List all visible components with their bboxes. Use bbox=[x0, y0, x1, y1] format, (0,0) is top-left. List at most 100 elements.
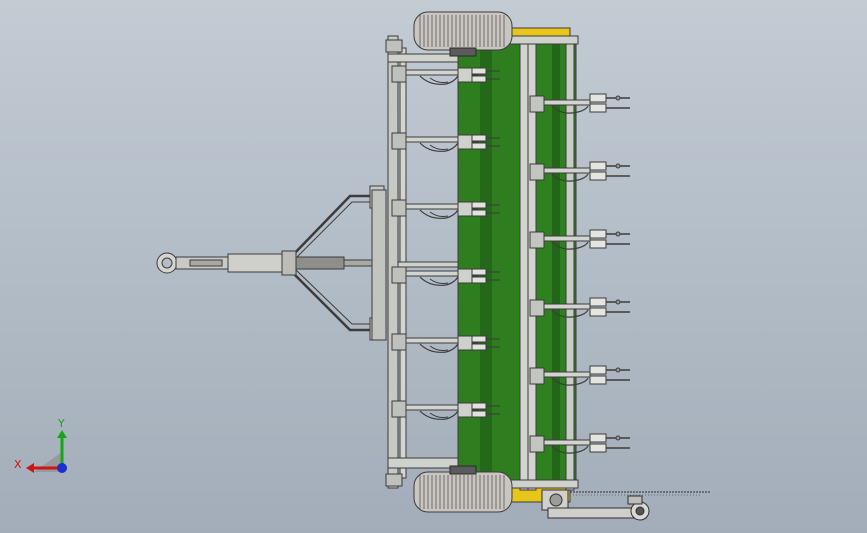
rear-tine-bolt-lower bbox=[589, 103, 607, 113]
drawbar-stub bbox=[343, 259, 375, 267]
tine-spring-inner bbox=[429, 77, 449, 83]
tine-clamp bbox=[391, 266, 407, 284]
tine-bolt-upper bbox=[471, 402, 487, 410]
frame-bottom-plate bbox=[385, 473, 403, 487]
rear-tine-clamp bbox=[529, 163, 545, 181]
tine-spring-inner bbox=[429, 345, 449, 351]
rear-tine-pin bbox=[615, 367, 621, 373]
coordinate-triad: X Y bbox=[14, 417, 67, 473]
tine-spring bbox=[419, 410, 459, 420]
frame-top-plate bbox=[385, 39, 403, 53]
rear-tine-clamp bbox=[529, 299, 545, 317]
drive-transmission bbox=[541, 489, 710, 521]
rear-tine-bolt-lower bbox=[589, 443, 607, 453]
tine-bolt-upper bbox=[471, 268, 487, 276]
triad-y-label: Y bbox=[57, 417, 65, 430]
rear-tine-pin bbox=[615, 435, 621, 441]
tine-clamp bbox=[391, 333, 407, 351]
tine-spring bbox=[419, 343, 459, 353]
tine-bolt-lower bbox=[471, 343, 487, 351]
tine-spring-inner bbox=[429, 278, 449, 284]
rear-tine-bolt-upper bbox=[589, 365, 607, 375]
rear-tine-bolt-upper bbox=[589, 433, 607, 443]
tine-bracket bbox=[457, 67, 473, 83]
bottom-wheel-tire bbox=[413, 471, 513, 513]
drawbar-clevis bbox=[281, 250, 297, 276]
rear-tine-bolt-lower bbox=[589, 307, 607, 317]
tine-bolt-upper bbox=[471, 201, 487, 209]
rear-tine-arm bbox=[543, 303, 591, 310]
tine-bolt-upper bbox=[471, 335, 487, 343]
a-frame-lower-brace bbox=[289, 269, 382, 332]
tine-bracket bbox=[457, 134, 473, 150]
tine-bracket bbox=[457, 201, 473, 217]
tine-bolt-upper bbox=[471, 134, 487, 142]
tine-bolt-lower bbox=[471, 209, 487, 217]
bottom-wheel-hub bbox=[449, 465, 477, 475]
rear-tine-bolt-upper bbox=[589, 229, 607, 239]
rear-tine-pin bbox=[615, 231, 621, 237]
rear-tine-clamp bbox=[529, 435, 545, 453]
a-frame-lower-brace-inner bbox=[295, 269, 382, 325]
rear-tine-bolt-lower bbox=[589, 171, 607, 181]
tine-spring-inner bbox=[429, 412, 449, 418]
tine-clamp bbox=[391, 132, 407, 150]
tine-clamp bbox=[391, 65, 407, 83]
rear-tine-arm bbox=[543, 167, 591, 174]
triad-x-label: X bbox=[14, 458, 22, 471]
rear-tine-arm bbox=[543, 235, 591, 242]
rear-tine-bolt-lower bbox=[589, 375, 607, 385]
rear-tine-arm bbox=[543, 371, 591, 378]
drawbar-main-tube bbox=[227, 253, 291, 273]
rear-tine-arm bbox=[543, 99, 591, 106]
drawbar-rod bbox=[189, 259, 223, 267]
tine-bracket bbox=[457, 335, 473, 351]
top-wheel bbox=[413, 11, 513, 57]
drawbar-rear-tube bbox=[295, 256, 345, 270]
tine-spring-inner bbox=[429, 144, 449, 150]
tine-clamp bbox=[391, 400, 407, 418]
frame-front-beam bbox=[371, 189, 387, 341]
top-wheel-hub bbox=[449, 47, 477, 57]
rear-tine-clamp bbox=[529, 367, 545, 385]
frame-side-rail bbox=[387, 35, 399, 489]
triad-y-arrow-icon bbox=[57, 430, 67, 438]
cad-viewport[interactable]: X Y bbox=[0, 0, 867, 533]
rear-tine-bolt-upper bbox=[589, 93, 607, 103]
tine-bolt-upper bbox=[471, 67, 487, 75]
tine-clamp bbox=[391, 199, 407, 217]
drive-arm-pivot-core bbox=[635, 506, 645, 516]
tine-spring-inner bbox=[429, 211, 449, 217]
rear-tine-clamp bbox=[529, 231, 545, 249]
rear-tine-pin bbox=[615, 95, 621, 101]
rear-tine-bolt-upper bbox=[589, 297, 607, 307]
tine-spring bbox=[419, 142, 459, 152]
hopper-assembly bbox=[455, 27, 579, 503]
tine-spring bbox=[419, 209, 459, 219]
drive-arm-bracket bbox=[627, 495, 643, 505]
rear-hopper-shade bbox=[552, 42, 560, 482]
top-wheel-tire bbox=[413, 11, 513, 51]
triad-z-axis-icon bbox=[57, 463, 67, 473]
a-frame-upper-brace bbox=[289, 194, 382, 259]
rear-tine-pin bbox=[615, 163, 621, 169]
tine-bolt-lower bbox=[471, 276, 487, 284]
tine-spring bbox=[419, 75, 459, 85]
hitch-eye-inner bbox=[161, 257, 173, 269]
rear-tine-bolt-lower bbox=[589, 239, 607, 249]
tine-bolt-lower bbox=[471, 75, 487, 83]
drive-sprocket bbox=[549, 493, 563, 507]
triad-x-arrow-icon bbox=[26, 463, 34, 473]
bottom-wheel bbox=[413, 465, 513, 513]
tine-bolt-lower bbox=[471, 142, 487, 150]
tine-bracket bbox=[457, 268, 473, 284]
rear-tine-pin bbox=[615, 299, 621, 305]
tine-spring bbox=[419, 276, 459, 286]
tine-bracket bbox=[457, 402, 473, 418]
rear-tine-bolt-upper bbox=[589, 161, 607, 171]
tine-bolt-lower bbox=[471, 410, 487, 418]
a-frame-upper-brace-inner bbox=[295, 201, 382, 259]
drawbar-assembly bbox=[156, 185, 385, 341]
rear-tine-arm bbox=[543, 439, 591, 446]
rear-tine-clamp bbox=[529, 95, 545, 113]
